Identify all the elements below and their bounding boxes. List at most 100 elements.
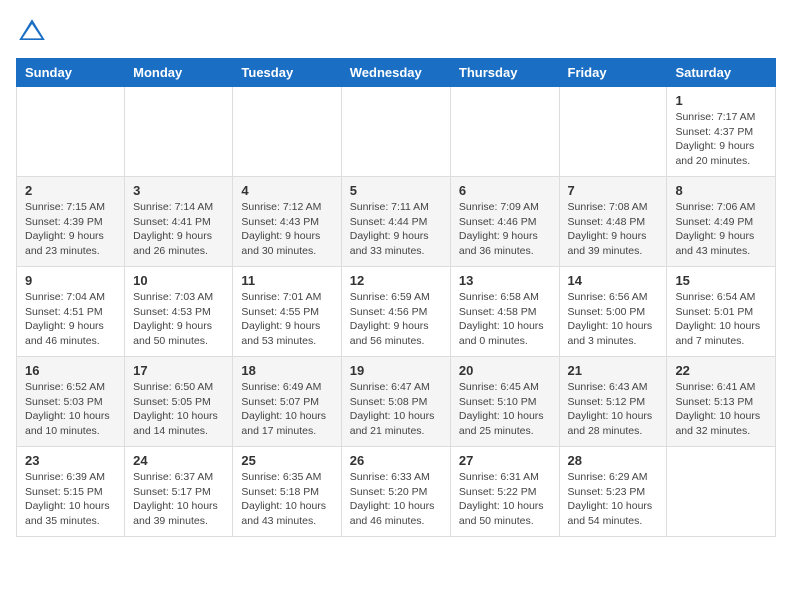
calendar-table: SundayMondayTuesdayWednesdayThursdayFrid… [16,58,776,537]
calendar-week-row: 9Sunrise: 7:04 AM Sunset: 4:51 PM Daylig… [17,267,776,357]
day-number: 22 [675,363,767,378]
day-number: 2 [25,183,116,198]
calendar-header-row: SundayMondayTuesdayWednesdayThursdayFrid… [17,59,776,87]
cell-info: Sunrise: 6:43 AM Sunset: 5:12 PM Dayligh… [568,380,659,439]
calendar-cell: 15 Sunrise: 6:54 AM Sunset: 5:01 PM Dayli… [667,267,776,357]
logo-icon [16,16,48,48]
calendar-cell [667,447,776,537]
cell-info: Sunrise: 7:01 AM Sunset: 4:55 PM Dayligh… [241,290,332,349]
weekday-header-sunday: Sunday [17,59,125,87]
calendar-cell: 1 Sunrise: 7:17 AM Sunset: 4:37 PM Daylig… [667,87,776,177]
cell-info: Sunrise: 7:11 AM Sunset: 4:44 PM Dayligh… [350,200,442,259]
calendar-week-row: 23Sunrise: 6:39 AM Sunset: 5:15 PM Dayli… [17,447,776,537]
calendar-cell: 28 Sunrise: 6:29 AM Sunset: 5:23 PM Dayli… [559,447,667,537]
day-number: 13 [459,273,551,288]
cell-info: Sunrise: 7:09 AM Sunset: 4:46 PM Dayligh… [459,200,551,259]
day-number: 12 [350,273,442,288]
calendar-cell: 8 Sunrise: 7:06 AM Sunset: 4:49 PM Daylig… [667,177,776,267]
calendar-week-row: 16 Sunrise: 6:52 AM Sunset: 5:03 PM Dayli… [17,357,776,447]
cell-info: Sunrise: 6:45 AM Sunset: 5:10 PM Dayligh… [459,380,551,439]
cell-info: Sunrise: 6:31 AM Sunset: 5:22 PM Dayligh… [459,470,551,529]
day-number: 19 [350,363,442,378]
day-number: 15 [675,273,767,288]
day-number: 18 [241,363,332,378]
calendar-cell [341,87,450,177]
calendar-cell: 16 Sunrise: 6:52 AM Sunset: 5:03 PM Dayli… [17,357,125,447]
calendar-cell: 23Sunrise: 6:39 AM Sunset: 5:15 PM Dayli… [17,447,125,537]
calendar-cell: 19 Sunrise: 6:47 AM Sunset: 5:08 PM Dayli… [341,357,450,447]
cell-info: Sunrise: 7:15 AM Sunset: 4:39 PM Dayligh… [25,200,116,259]
day-number: 1 [675,93,767,108]
cell-info: Sunrise: 6:37 AM Sunset: 5:17 PM Dayligh… [133,470,224,529]
day-number: 24 [133,453,224,468]
day-number: 20 [459,363,551,378]
weekday-header-saturday: Saturday [667,59,776,87]
calendar-cell: 11 Sunrise: 7:01 AM Sunset: 4:55 PM Dayli… [233,267,341,357]
cell-info: Sunrise: 6:35 AM Sunset: 5:18 PM Dayligh… [241,470,332,529]
calendar-cell [559,87,667,177]
calendar-cell: 9Sunrise: 7:04 AM Sunset: 4:51 PM Daylig… [17,267,125,357]
day-number: 8 [675,183,767,198]
day-number: 3 [133,183,224,198]
cell-info: Sunrise: 7:04 AM Sunset: 4:51 PM Dayligh… [25,290,116,349]
calendar-week-row: 2 Sunrise: 7:15 AM Sunset: 4:39 PM Daylig… [17,177,776,267]
calendar-cell [233,87,341,177]
calendar-cell: 13Sunrise: 6:58 AM Sunset: 4:58 PM Dayli… [450,267,559,357]
cell-info: Sunrise: 7:17 AM Sunset: 4:37 PM Dayligh… [675,110,767,169]
day-number: 5 [350,183,442,198]
cell-info: Sunrise: 6:56 AM Sunset: 5:00 PM Dayligh… [568,290,659,349]
cell-info: Sunrise: 6:29 AM Sunset: 5:23 PM Dayligh… [568,470,659,529]
calendar-cell: 22 Sunrise: 6:41 AM Sunset: 5:13 PM Dayli… [667,357,776,447]
cell-info: Sunrise: 6:59 AM Sunset: 4:56 PM Dayligh… [350,290,442,349]
cell-info: Sunrise: 7:03 AM Sunset: 4:53 PM Dayligh… [133,290,224,349]
day-number: 10 [133,273,224,288]
calendar-cell: 2 Sunrise: 7:15 AM Sunset: 4:39 PM Daylig… [17,177,125,267]
cell-info: Sunrise: 6:54 AM Sunset: 5:01 PM Dayligh… [675,290,767,349]
calendar-week-row: 1 Sunrise: 7:17 AM Sunset: 4:37 PM Daylig… [17,87,776,177]
cell-info: Sunrise: 6:47 AM Sunset: 5:08 PM Dayligh… [350,380,442,439]
cell-info: Sunrise: 6:41 AM Sunset: 5:13 PM Dayligh… [675,380,767,439]
calendar-cell [125,87,233,177]
cell-info: Sunrise: 7:12 AM Sunset: 4:43 PM Dayligh… [241,200,332,259]
day-number: 23 [25,453,116,468]
calendar-cell: 24 Sunrise: 6:37 AM Sunset: 5:17 PM Dayli… [125,447,233,537]
calendar-cell: 20 Sunrise: 6:45 AM Sunset: 5:10 PM Dayli… [450,357,559,447]
calendar-cell: 27 Sunrise: 6:31 AM Sunset: 5:22 PM Dayli… [450,447,559,537]
cell-info: Sunrise: 6:52 AM Sunset: 5:03 PM Dayligh… [25,380,116,439]
day-number: 16 [25,363,116,378]
day-number: 6 [459,183,551,198]
day-number: 7 [568,183,659,198]
calendar-cell: 10 Sunrise: 7:03 AM Sunset: 4:53 PM Dayli… [125,267,233,357]
calendar-cell: 3 Sunrise: 7:14 AM Sunset: 4:41 PM Daylig… [125,177,233,267]
cell-info: Sunrise: 6:49 AM Sunset: 5:07 PM Dayligh… [241,380,332,439]
weekday-header-monday: Monday [125,59,233,87]
cell-info: Sunrise: 6:33 AM Sunset: 5:20 PM Dayligh… [350,470,442,529]
weekday-header-tuesday: Tuesday [233,59,341,87]
cell-info: Sunrise: 7:06 AM Sunset: 4:49 PM Dayligh… [675,200,767,259]
weekday-header-thursday: Thursday [450,59,559,87]
calendar-cell: 4 Sunrise: 7:12 AM Sunset: 4:43 PM Daylig… [233,177,341,267]
calendar-cell [17,87,125,177]
calendar-cell: 5 Sunrise: 7:11 AM Sunset: 4:44 PM Daylig… [341,177,450,267]
day-number: 11 [241,273,332,288]
calendar-cell: 7 Sunrise: 7:08 AM Sunset: 4:48 PM Daylig… [559,177,667,267]
logo [16,16,52,48]
weekday-header-friday: Friday [559,59,667,87]
calendar-cell: 12 Sunrise: 6:59 AM Sunset: 4:56 PM Dayli… [341,267,450,357]
day-number: 21 [568,363,659,378]
cell-info: Sunrise: 7:14 AM Sunset: 4:41 PM Dayligh… [133,200,224,259]
calendar-cell: 6 Sunrise: 7:09 AM Sunset: 4:46 PM Daylig… [450,177,559,267]
weekday-header-wednesday: Wednesday [341,59,450,87]
day-number: 25 [241,453,332,468]
day-number: 26 [350,453,442,468]
cell-info: Sunrise: 6:50 AM Sunset: 5:05 PM Dayligh… [133,380,224,439]
cell-info: Sunrise: 7:08 AM Sunset: 4:48 PM Dayligh… [568,200,659,259]
page-header [16,16,776,48]
day-number: 4 [241,183,332,198]
calendar-cell [450,87,559,177]
calendar-cell: 18 Sunrise: 6:49 AM Sunset: 5:07 PM Dayli… [233,357,341,447]
day-number: 27 [459,453,551,468]
day-number: 17 [133,363,224,378]
day-number: 28 [568,453,659,468]
calendar-cell: 25 Sunrise: 6:35 AM Sunset: 5:18 PM Dayli… [233,447,341,537]
